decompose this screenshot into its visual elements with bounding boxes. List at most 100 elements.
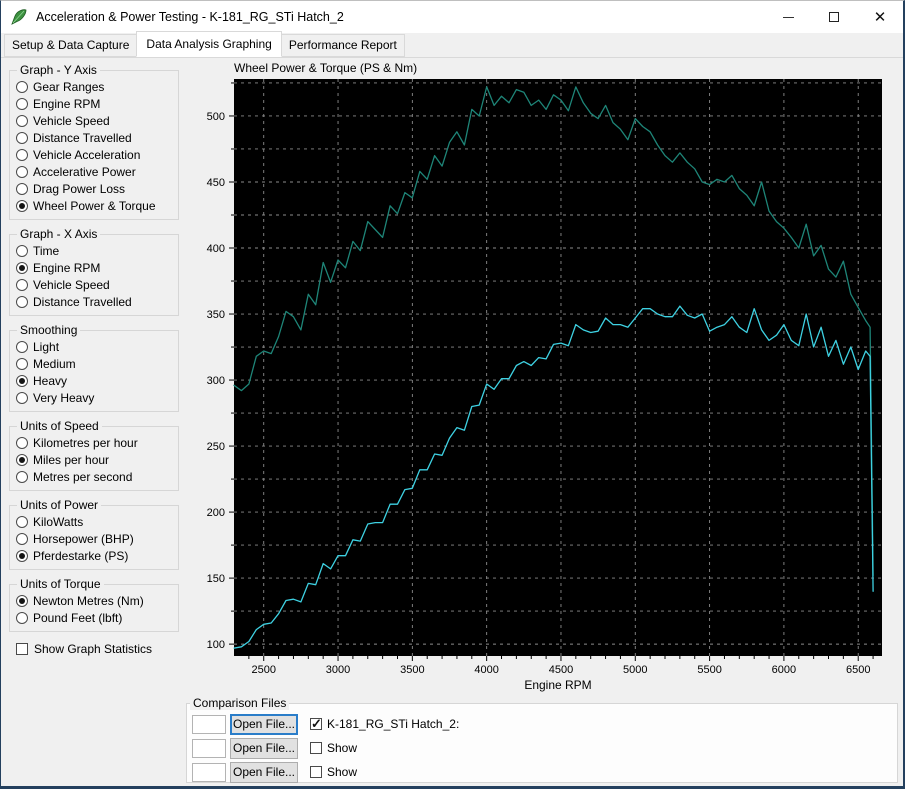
radio-option-very-heavy[interactable]: Very Heavy [16, 389, 172, 406]
file-path-field[interactable] [192, 738, 226, 758]
y-tick-label: 350 [207, 309, 225, 321]
radio-option-newton-metres-nm[interactable]: Newton Metres (Nm) [16, 592, 172, 609]
x-axis-label: Engine RPM [524, 678, 591, 692]
radio-option-medium[interactable]: Medium [16, 355, 172, 372]
plot-area [234, 79, 882, 656]
titlebar: Acceleration & Power Testing - K-181_RG_… [1, 1, 903, 33]
show-file-checkbox[interactable] [310, 716, 322, 732]
radio-label: Medium [33, 356, 76, 371]
x-tick-label: 6500 [846, 664, 870, 676]
file-path-field[interactable] [192, 762, 226, 782]
radio-label: Newton Metres (Nm) [33, 593, 144, 608]
radio-option-distance-travelled[interactable]: Distance Travelled [16, 129, 172, 146]
radio-button[interactable] [16, 114, 28, 127]
tabstrip: Setup & Data Capture Data Analysis Graphi… [1, 31, 903, 57]
radio-option-light[interactable]: Light [16, 338, 172, 355]
radio-label: Vehicle Speed [33, 113, 110, 128]
radio-button[interactable] [16, 515, 28, 528]
radio-button[interactable] [16, 278, 28, 291]
show-file-checkbox[interactable] [310, 766, 322, 778]
radio-button[interactable] [16, 80, 28, 93]
tab-performance-report[interactable]: Performance Report [280, 34, 405, 57]
radio-label: Time [33, 243, 60, 258]
window-title: Acceleration & Power Testing - K-181_RG_… [36, 10, 344, 24]
radio-option-accelerative-power[interactable]: Accelerative Power [16, 163, 172, 180]
radio-button[interactable] [16, 470, 28, 483]
radio-button[interactable] [16, 549, 28, 562]
radio-option-metres-per-second[interactable]: Metres per second [16, 468, 172, 485]
radio-option-miles-per-hour[interactable]: Miles per hour [16, 451, 172, 468]
statistics-label: Show Graph Statistics [34, 642, 153, 656]
chart-title: Wheel Power & Torque (PS & Nm) [234, 61, 417, 75]
radio-button[interactable] [16, 295, 28, 308]
radio-option-kilometres-per-hour[interactable]: Kilometres per hour [16, 434, 172, 451]
show-file-checkbox[interactable] [310, 742, 322, 754]
radio-option-gear-ranges[interactable]: Gear Ranges [16, 78, 172, 95]
tab-setup-data-capture[interactable]: Setup & Data Capture [4, 34, 138, 57]
radio-option-kilowatts[interactable]: KiloWatts [16, 513, 172, 530]
open-file-button[interactable]: Open File... [230, 713, 298, 735]
group-units-of-power: Units of Power KiloWatts Horsepower (BHP) P… [9, 498, 179, 570]
radio-label: Engine RPM [33, 260, 101, 275]
radio-label: Drag Power Loss [33, 181, 126, 196]
radio-button[interactable] [16, 340, 28, 353]
radio-option-pound-feet-lbft[interactable]: Pound Feet (lbft) [16, 609, 172, 626]
radio-option-distance-travelled[interactable]: Distance Travelled [16, 293, 172, 310]
file-path-field[interactable] [192, 714, 226, 734]
radio-label: Distance Travelled [33, 130, 132, 145]
close-button[interactable]: ✕ [857, 1, 903, 33]
show-graph-statistics-option[interactable]: Show Graph Statistics [16, 642, 179, 656]
radio-button[interactable] [16, 594, 28, 607]
radio-label: KiloWatts [33, 514, 84, 529]
comparison-rows: Open File...K-181_RG_STi Hatch_2:Open Fi… [189, 712, 891, 784]
y-tick-label: 400 [207, 243, 225, 255]
radio-button[interactable] [16, 261, 28, 274]
radio-option-vehicle-speed[interactable]: Vehicle Speed [16, 112, 172, 129]
radio-button[interactable] [16, 131, 28, 144]
radio-button[interactable] [16, 436, 28, 449]
tab-data-analysis-graphing[interactable]: Data Analysis Graphing [136, 31, 282, 57]
radio-button[interactable] [16, 97, 28, 110]
radio-option-drag-power-loss[interactable]: Drag Power Loss [16, 180, 172, 197]
radio-button[interactable] [16, 391, 28, 404]
radio-option-engine-rpm[interactable]: Engine RPM [16, 95, 172, 112]
radio-button[interactable] [16, 453, 28, 466]
window-controls: ✕ [765, 1, 903, 33]
radio-button[interactable] [16, 244, 28, 257]
radio-button[interactable] [16, 199, 28, 212]
minimize-button[interactable] [765, 1, 811, 33]
comparison-row: Open File... Show [189, 736, 891, 760]
radio-button[interactable] [16, 182, 28, 195]
radio-button[interactable] [16, 611, 28, 624]
radio-option-wheel-power-torque[interactable]: Wheel Power & Torque [16, 197, 172, 214]
group-units-of-speed: Units of Speed Kilometres per hour Miles p… [9, 419, 179, 491]
radio-label: Horsepower (BHP) [33, 531, 134, 546]
radio-option-vehicle-acceleration[interactable]: Vehicle Acceleration [16, 146, 172, 163]
open-file-button[interactable]: Open File... [230, 761, 298, 783]
radio-button[interactable] [16, 374, 28, 387]
group-title: Units of Torque [20, 577, 101, 591]
radio-label: Metres per second [33, 469, 133, 484]
group-units-of-torque: Units of Torque Newton Metres (Nm) Pound F… [9, 577, 179, 632]
group-title: Graph - X Axis [20, 227, 98, 241]
open-file-button[interactable]: Open File... [230, 737, 298, 759]
y-tick-label: 200 [207, 507, 225, 519]
x-tick-label: 3500 [400, 664, 424, 676]
radio-button[interactable] [16, 357, 28, 370]
radio-option-heavy[interactable]: Heavy [16, 372, 172, 389]
radio-button[interactable] [16, 532, 28, 545]
statistics-checkbox[interactable] [16, 643, 28, 655]
radio-button[interactable] [16, 148, 28, 161]
radio-label: Engine RPM [33, 96, 101, 111]
group-smoothing: Smoothing Light Medium Heavy Very Heavy [9, 323, 179, 412]
maximize-button[interactable] [811, 1, 857, 33]
radio-option-vehicle-speed[interactable]: Vehicle Speed [16, 276, 172, 293]
radio-option-engine-rpm[interactable]: Engine RPM [16, 259, 172, 276]
y-tick-label: 500 [207, 111, 225, 123]
radio-label: Light [33, 339, 60, 354]
chart-panel: Wheel Power & Torque (PS & Nm) 100 150 200 2… [186, 60, 898, 696]
radio-option-horsepower-bhp[interactable]: Horsepower (BHP) [16, 530, 172, 547]
radio-option-pferdestarke-ps[interactable]: Pferdestarke (PS) [16, 547, 172, 564]
radio-option-time[interactable]: Time [16, 242, 172, 259]
radio-button[interactable] [16, 165, 28, 178]
